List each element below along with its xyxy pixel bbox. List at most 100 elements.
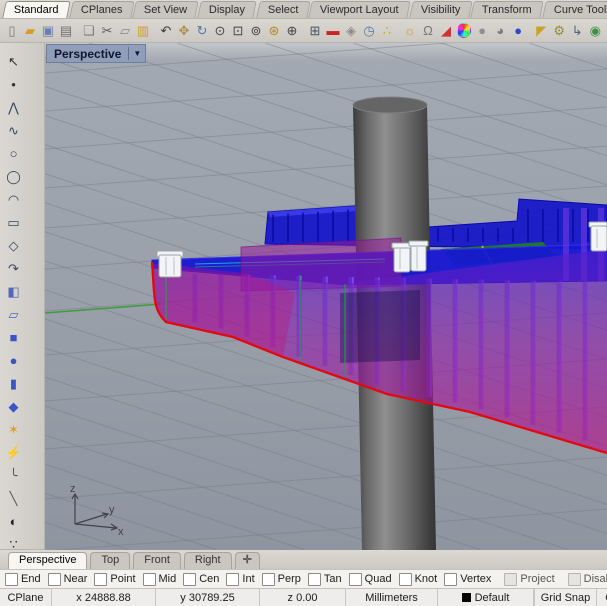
bollard-middle[interactable] (392, 241, 428, 272)
pan-icon[interactable]: ✥ (175, 21, 193, 41)
status-ortho[interactable]: Ortho (597, 589, 607, 606)
layer-icon[interactable]: ◢ (437, 21, 455, 41)
menu-tab-viewport-layout[interactable]: Viewport Layout (308, 1, 410, 18)
osnap-perp[interactable]: Perp (262, 573, 301, 586)
perspective-viewport[interactable]: z y x Perspective ▼ (45, 43, 607, 550)
boolean-icon[interactable]: ✶ (3, 418, 24, 441)
osnap-tan[interactable]: Tan (308, 573, 342, 586)
checkbox-icon[interactable] (226, 573, 239, 586)
viewport-tab-perspective[interactable]: Perspective (8, 552, 87, 569)
new-file-icon[interactable]: ▯ (3, 21, 21, 41)
zoom-window-icon[interactable]: ⊡ (229, 21, 247, 41)
cplane-tool-icon[interactable]: ◷ (360, 21, 378, 41)
curve-blend-icon[interactable]: ↷ (3, 257, 24, 280)
select-icon[interactable]: ↖ (3, 50, 24, 73)
osnap-cen[interactable]: Cen (183, 573, 219, 586)
print-icon[interactable]: ▤ (57, 21, 75, 41)
status-units[interactable]: Millimeters (346, 589, 438, 606)
checkbox-icon[interactable] (94, 573, 107, 586)
checkbox-icon[interactable] (568, 573, 581, 586)
osnap-end[interactable]: End (5, 573, 41, 586)
osnap-project[interactable]: Project (504, 573, 554, 586)
menu-tab-transform[interactable]: Transform (471, 1, 544, 18)
rotate-view-icon[interactable]: ↻ (193, 21, 211, 41)
copy-page-icon[interactable]: ❏ (80, 21, 98, 41)
undo-icon[interactable]: ↶ (157, 21, 175, 41)
cylinder-solid-icon[interactable]: ▮ (3, 372, 24, 395)
zoom-dynamic-icon[interactable]: ⊚ (247, 21, 265, 41)
menu-tab-curve-tools[interactable]: Curve Tools (542, 1, 607, 18)
fillet-icon[interactable]: ╰ (3, 464, 24, 487)
open-file-icon[interactable]: ▰ (21, 21, 39, 41)
menu-tab-visibility[interactable]: Visibility (409, 1, 472, 18)
checkbox-icon[interactable] (183, 573, 196, 586)
polygon-icon[interactable]: ◇ (3, 234, 24, 257)
viewport-menu-arrow-icon[interactable]: ▼ (129, 49, 145, 58)
curve-icon[interactable]: ∿ (3, 119, 24, 142)
polyline-icon[interactable]: ⋀ (3, 96, 24, 119)
checkbox-icon[interactable] (504, 573, 517, 586)
rectangle-icon[interactable]: ▭ (3, 211, 24, 234)
status-grid-snap[interactable]: Grid Snap (535, 589, 597, 606)
checkbox-icon[interactable] (349, 573, 362, 586)
surface-corner-icon[interactable]: ▱ (3, 303, 24, 326)
arc-icon[interactable]: ◠ (3, 188, 24, 211)
history-icon[interactable]: ↳ (568, 21, 586, 41)
named-views-icon[interactable]: ▬ (324, 21, 342, 41)
chamfer-icon[interactable]: ╲ (3, 487, 24, 510)
bollard-left[interactable] (157, 251, 183, 277)
status-cplane[interactable]: CPlane (0, 589, 52, 606)
set-view-icon[interactable]: ◈ (342, 21, 360, 41)
save-icon[interactable]: ▣ (39, 21, 57, 41)
sphere-icon[interactable]: ● (3, 349, 24, 372)
checkbox-icon[interactable] (143, 573, 156, 586)
viewport-tab-top[interactable]: Top (90, 552, 130, 569)
solid-dark-icon[interactable]: ◐ (3, 510, 24, 533)
render-gray-icon[interactable]: ● (473, 21, 491, 41)
earth-icon[interactable]: ◉ (586, 21, 604, 41)
color-wheel-icon[interactable] (457, 23, 471, 38)
viewport-tab-right[interactable]: Right (184, 552, 232, 569)
osnap-quad[interactable]: Quad (349, 573, 392, 586)
viewport-layout-icon[interactable]: ⊞ (306, 21, 324, 41)
lamp-icon[interactable]: ☼ (401, 21, 419, 41)
ellipse-icon[interactable]: ◯ (3, 165, 24, 188)
move-points-icon[interactable]: ∴ (378, 21, 396, 41)
zoom-selected-icon[interactable]: ⊛ (265, 21, 283, 41)
zoom-icon[interactable]: ⊙ (211, 21, 229, 41)
menu-tab-set-view[interactable]: Set View (132, 1, 199, 18)
copy-icon[interactable]: ▱ (116, 21, 134, 41)
menu-tab-cplanes[interactable]: CPlanes (69, 1, 134, 18)
viewport-tab-front[interactable]: Front (133, 552, 181, 569)
box-icon[interactable]: ■ (3, 326, 24, 349)
osnap-knot[interactable]: Knot (399, 573, 438, 586)
checkbox-icon[interactable] (308, 573, 321, 586)
osnap-mid[interactable]: Mid (143, 573, 177, 586)
checkbox-icon[interactable] (262, 573, 275, 586)
zoom-extents-icon[interactable]: ⊕ (283, 21, 301, 41)
solid-dots-icon[interactable]: ∵ (3, 533, 24, 549)
deform-icon[interactable]: ◆ (3, 395, 24, 418)
checkbox-icon[interactable] (48, 573, 61, 586)
lock-icon[interactable]: Ω (419, 21, 437, 41)
viewport-canvas[interactable]: z y x (45, 43, 607, 550)
selection-filter-icon[interactable]: ◤ (532, 21, 550, 41)
render-blue-icon[interactable]: ● (509, 21, 527, 41)
checkbox-icon[interactable] (444, 573, 457, 586)
circle-icon[interactable]: ○ (3, 142, 24, 165)
surface-plane-icon[interactable]: ◧ (3, 280, 24, 303)
menu-tab-standard[interactable]: Standard (2, 1, 70, 18)
osnap-near[interactable]: Near (48, 573, 88, 586)
cut-icon[interactable]: ✂ (98, 21, 116, 41)
osnap-point[interactable]: Point (94, 573, 135, 586)
add-viewport-tab[interactable]: ✛ (235, 552, 260, 569)
explode-icon[interactable]: ⚡ (3, 441, 24, 464)
point-icon[interactable]: • (3, 73, 24, 96)
osnap-int[interactable]: Int (226, 573, 254, 586)
menu-tab-display[interactable]: Display (198, 1, 258, 18)
bollard-right[interactable] (589, 222, 607, 251)
status-layer[interactable]: Default (438, 589, 534, 606)
paste-icon[interactable]: ▥ (134, 21, 152, 41)
checkbox-icon[interactable] (399, 573, 412, 586)
render-shadow-icon[interactable]: ◕ (491, 21, 509, 41)
